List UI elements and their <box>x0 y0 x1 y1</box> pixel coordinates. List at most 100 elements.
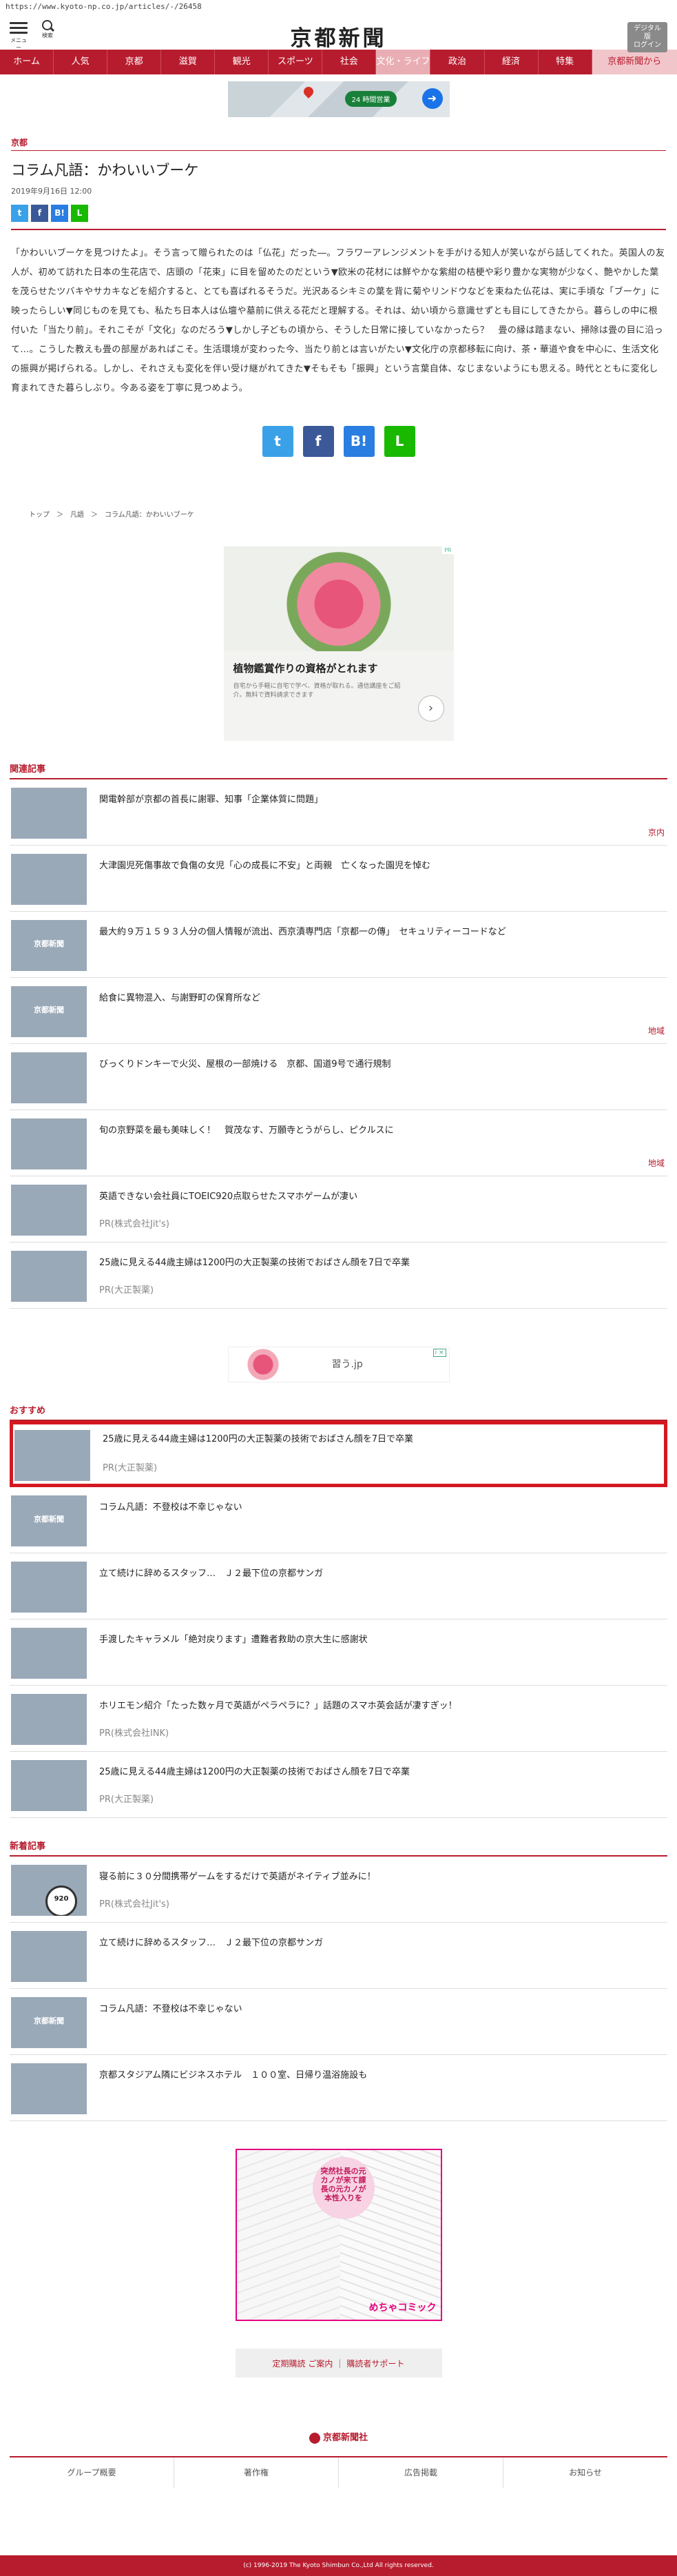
list-item[interactable]: 英語できない会社員にTOEIC920点取らせたスマホゲームが凄い PR(株式会社J… <box>10 1176 667 1243</box>
article-headline[interactable]: 英語できない会社員にTOEIC920点取らせたスマホゲームが凄い <box>99 1189 662 1202</box>
list-item[interactable]: 立て続けに辞めるスタッフ… Ｊ２最下位の京都サンガ <box>10 1553 667 1619</box>
sponsor-label: PR(株式会社Jit's) <box>99 1899 169 1910</box>
menu-label: メニュー <box>10 37 27 51</box>
list-item[interactable]: 立て続けに辞めるスタッフ… Ｊ２最下位の京都サンガ <box>10 1923 667 1989</box>
facebook-share-icon[interactable]: f <box>31 205 48 222</box>
subscription-guide-link[interactable]: 定期購読 ご案内 <box>273 2358 333 2369</box>
manga-ad[interactable]: 突然社長の元カノが来て課長の元カノが本性入りを めちゃコミック <box>235 2149 442 2321</box>
article-headline[interactable]: 旬の京野菜を最も美味しく！ 賀茂なす、万願寺とうがらし、ピクルスに <box>99 1123 662 1136</box>
nav-item[interactable]: スポーツ <box>269 50 323 74</box>
article-headline[interactable]: 25歳に見える44歳主婦は1200円の大正製薬の技術でおばさん顔を7日で卒業 <box>99 1764 662 1777</box>
list-item[interactable]: 大津園児死傷事故で負傷の女児「心の成長に不安」と両親 亡くなった園児を悼む <box>10 846 667 912</box>
chevron-right-icon[interactable]: › <box>417 695 444 722</box>
article-headline[interactable]: 関電幹部が京都の首長に謝罪、知事「企業体質に問題」 <box>99 792 662 805</box>
directions-icon: ➜ <box>421 88 443 109</box>
url-bar[interactable]: https://www.kyoto-np.co.jp/articles/-/26… <box>0 0 677 15</box>
site-header: メニュー 検索 京都新聞 デジタル版 ログイン <box>0 15 677 52</box>
article-category[interactable]: 京都 <box>11 136 666 151</box>
footer-link[interactable]: 広告掲載 <box>339 2457 503 2488</box>
site-logo[interactable]: 京都新聞 <box>291 21 387 52</box>
article-headline[interactable]: 寝る前に３０分間携帯ゲームをするだけで英語がネイティブ並みに！ <box>99 1869 662 1882</box>
article-thumbnail <box>11 1118 87 1169</box>
ad-title: 植物鑑賞作りの資格がとれます <box>233 662 378 675</box>
list-item[interactable]: 京都スタジアム隣にビジネスホテル １００室、日帰り温浴施設も <box>10 2055 667 2121</box>
list-item[interactable]: ホリエモン紹介「たった数ヶ月で英語がペラペラに？」話題のスマホ英会話が凄すぎッ！… <box>10 1686 667 1752</box>
region-tag[interactable]: 地域 <box>648 1157 665 1169</box>
search-button[interactable]: 検索 <box>39 19 56 39</box>
list-item[interactable]: 関電幹部が京都の首長に謝罪、知事「企業体質に問題」京内 <box>10 779 667 846</box>
nav-item[interactable]: 社会 <box>322 50 377 74</box>
article-headline[interactable]: コラム凡語：不登校は不幸じゃない <box>99 2001 662 2014</box>
sponsor-label: PR(大正製薬) <box>103 1463 158 1473</box>
list-item[interactable]: 京都新聞 最大約９万１５９３人分の個人情報が流出、西京漬専門店「京都一の傳」 セキ… <box>10 912 667 978</box>
footer-link[interactable]: 著作権 <box>174 2457 339 2488</box>
search-label: 検索 <box>42 32 53 39</box>
footer-link[interactable]: お知らせ <box>503 2457 667 2488</box>
breadcrumb[interactable]: トップ ＞ 凡語 ＞ コラム凡語：かわいいブーケ <box>29 509 677 519</box>
list-item[interactable]: 旬の京野菜を最も美味しく！ 賀茂なす、万願寺とうがらし、ピクルスに地域 <box>10 1110 667 1176</box>
nav-item[interactable]: 観光 <box>215 50 269 74</box>
article-thumbnail <box>11 854 87 905</box>
article-headline[interactable]: 25歳に見える44歳主婦は1200円の大正製薬の技術でおばさん顔を7日で卒業 <box>103 1431 658 1444</box>
article-body: 「かわいいブーケを見つけたよ」。そう言って贈られたのは「仏花」だった―。フラワー… <box>11 248 665 393</box>
digital-login-button[interactable]: デジタル版 ログイン <box>627 22 667 52</box>
list-item[interactable]: 京都新聞 コラム凡語：不登校は不幸じゃない <box>10 1989 667 2055</box>
list-item[interactable]: 京都新聞 コラム凡語：不登校は不幸じゃない <box>10 1487 667 1553</box>
article-headline[interactable]: ホリエモン紹介「たった数ヶ月で英語がペラペラに？」話題のスマホ英会話が凄すぎッ！ <box>99 1698 662 1711</box>
article-headline[interactable]: びっくりドンキーで火災、屋根の一部焼ける 京都、国道9号で通行規制 <box>99 1056 662 1070</box>
article-headline[interactable]: 最大約９万１５９３人分の個人情報が流出、西京漬専門店「京都一の傳」 セキュリティ… <box>99 924 662 937</box>
list-item[interactable]: びっくりドンキーで火災、屋根の一部焼ける 京都、国道9号で通行規制 <box>10 1044 667 1110</box>
latest-heading: 新着記事 <box>10 1839 667 1857</box>
twitter-share-icon[interactable]: t <box>11 205 28 222</box>
manga-brand: めちゃコミック <box>368 2302 437 2313</box>
article-headline[interactable]: 大津園児死傷事故で負傷の女児「心の成長に不安」と両親 亡くなった園児を悼む <box>99 858 662 871</box>
line-share-icon[interactable]: L <box>71 205 88 222</box>
article-headline[interactable]: 手渡したキャラメル「絶対戻ります」遭難者救助の京大生に感謝状 <box>99 1632 662 1645</box>
ad-close-icon[interactable]: i × <box>433 1349 446 1357</box>
article-headline[interactable]: 給食に異物混入、与謝野町の保育所など <box>99 990 662 1003</box>
list-item[interactable]: 寝る前に３０分間携帯ゲームをするだけで英語がネイティブ並みに！ PR(株式会社Ji… <box>10 1857 667 1923</box>
nav-item[interactable]: 京都 <box>107 50 162 74</box>
article-thumbnail <box>11 788 87 839</box>
line-share-icon[interactable]: L <box>384 426 415 457</box>
article-headline[interactable]: コラム凡語：不登校は不幸じゃない <box>99 1500 662 1513</box>
facebook-share-icon[interactable]: f <box>302 426 334 457</box>
menu-button[interactable]: メニュー <box>8 19 29 52</box>
nav-item[interactable]: 特集 <box>539 50 592 74</box>
latest-list: 寝る前に３０分間携帯ゲームをするだけで英語がネイティブ並みに！ PR(株式会社Ji… <box>10 1857 667 2121</box>
list-item[interactable]: 25歳に見える44歳主婦は1200円の大正製薬の技術でおばさん顔を7日で卒業 PR… <box>10 1243 667 1309</box>
display-ad[interactable]: PR 植物鑑賞作りの資格がとれます 自宅から手軽に自宅で学べ、資格が取れる。通信… <box>223 546 454 741</box>
list-item[interactable]: 25歳に見える44歳主婦は1200円の大正製薬の技術でおばさん顔を7日で卒業 PR… <box>10 1752 667 1818</box>
nav-item[interactable]: 文化・ライフ <box>376 50 431 74</box>
article-headline[interactable]: 立て続けに辞めるスタッフ… Ｊ２最下位の京都サンガ <box>99 1566 662 1579</box>
mid-ad-banner[interactable]: 習う.jp i × <box>227 1347 450 1382</box>
article-headline[interactable]: 25歳に見える44歳主婦は1200円の大正製薬の技術でおばさん顔を7日で卒業 <box>99 1255 662 1268</box>
sponsor-label: PR(大正製薬) <box>99 1285 154 1296</box>
region-tag[interactable]: 地域 <box>648 1025 665 1036</box>
flower-ad-image <box>223 546 454 651</box>
list-item[interactable]: 25歳に見える44歳主婦は1200円の大正製薬の技術でおばさん顔を7日で卒業 PR… <box>10 1421 667 1487</box>
article-headline[interactable]: 立て続けに辞めるスタッフ… Ｊ２最下位の京都サンガ <box>99 1935 662 1948</box>
related-heading: 関連記事 <box>10 761 667 779</box>
list-item[interactable]: 手渡したキャラメル「絶対戻ります」遭難者救助の京大生に感謝状 <box>10 1619 667 1686</box>
list-item[interactable]: 京都新聞 給食に異物混入、与謝野町の保育所など 地域 <box>10 978 667 1044</box>
subscriber-support-link[interactable]: 購読者サポート <box>346 2358 404 2369</box>
article-thumbnail <box>11 1931 87 1982</box>
region-tag[interactable]: 京内 <box>648 826 665 838</box>
article-thumbnail <box>11 1760 87 1811</box>
hatena-bookmark-icon[interactable]: B! <box>343 426 375 457</box>
twitter-share-icon[interactable]: t <box>262 426 293 457</box>
article-headline[interactable]: 京都スタジアム隣にビジネスホテル １００室、日帰り温浴施設も <box>99 2067 662 2081</box>
hatena-bookmark-icon[interactable]: B! <box>51 205 68 222</box>
nav-item[interactable]: 経済 <box>485 50 539 74</box>
subscription-links: 定期購読 ご案内 | 購読者サポート <box>235 2349 442 2378</box>
footer-logo[interactable]: 京都新聞社 <box>0 2430 677 2444</box>
nav-item[interactable]: ホーム <box>0 50 54 74</box>
nav-item[interactable]: 政治 <box>430 50 485 74</box>
company-mark-icon <box>309 2432 320 2444</box>
footer-link[interactable]: グループ概要 <box>10 2457 174 2488</box>
nav-item[interactable]: 京都新聞から <box>592 50 677 74</box>
nav-item[interactable]: 人気 <box>54 50 108 74</box>
nav-item[interactable]: 滋賀 <box>161 50 216 74</box>
map-ad-banner[interactable]: 24 時間営業 ➜ <box>227 81 450 117</box>
